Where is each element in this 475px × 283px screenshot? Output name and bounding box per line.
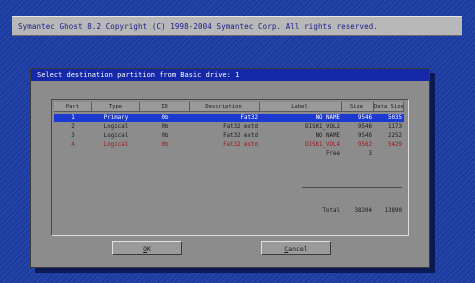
cell-part: 2 — [71, 124, 75, 130]
cell-data-size: 5035 — [388, 115, 402, 121]
total-size: 38204 — [354, 208, 372, 214]
app-title-bar: Symantec Ghost 8.2 Copyright (C) 1998-20… — [12, 16, 462, 36]
cell-label: NO NAME — [315, 115, 340, 121]
cell-data-size: 2252 — [388, 133, 402, 139]
cell-size: 9562 — [358, 142, 372, 148]
cell-part: 1 — [71, 115, 75, 121]
cell-data-size: 1173 — [388, 124, 402, 130]
app-title: Symantec Ghost 8.2 Copyright (C) 1998-20… — [18, 22, 378, 31]
cell-data-size: 5429 — [388, 142, 402, 148]
cell-description: Fat32 extd — [223, 124, 258, 130]
header-id: ID — [140, 102, 190, 112]
table-row[interactable]: Free 3 — [54, 150, 404, 158]
total-label: Total — [322, 208, 340, 214]
cell-type: Logical — [103, 124, 129, 130]
total-data-size: 13890 — [384, 208, 402, 214]
ok-button[interactable]: OK — [112, 241, 182, 255]
cell-type: Logical — [103, 142, 129, 148]
cell-description: Fat32 extd — [223, 133, 258, 139]
cell-label: Free — [326, 151, 340, 157]
total-row: Total 38204 13890 — [54, 206, 404, 216]
header-data-size: Data Size — [374, 102, 404, 112]
table-row: 4 Logical 0b Fat32 extd DISK1_VOL4 9562 … — [54, 141, 404, 149]
cell-part: 4 — [71, 142, 75, 148]
header-type: Type — [92, 102, 140, 112]
table-row[interactable]: 2 Logical 0b Fat32 extd DISK1_VOL2 9546 … — [54, 123, 404, 131]
cell-size: 9546 — [358, 115, 372, 121]
table-row[interactable]: 1 Primary 0b Fat32 NO NAME 9546 5035 — [54, 114, 404, 122]
total-separator — [302, 187, 402, 188]
cell-size: 9546 — [358, 133, 372, 139]
select-destination-dialog: Select destination partition from Basic … — [30, 68, 430, 268]
partition-table: Part Type ID Description Label Size Data… — [51, 99, 409, 236]
cell-type: Primary — [103, 115, 129, 121]
cell-type: Logical — [103, 133, 129, 139]
header-part: Part — [54, 102, 92, 112]
cell-label: NO NAME — [315, 133, 340, 139]
cell-part: 3 — [71, 133, 75, 139]
cell-id: 0b — [161, 115, 169, 121]
header-label: Label — [260, 102, 342, 112]
table-header: Part Type ID Description Label Size Data… — [54, 102, 404, 112]
cell-size: 3 — [368, 151, 373, 157]
header-description: Description — [190, 102, 260, 112]
cell-label: DISK1_VOL4 — [305, 142, 340, 148]
cell-description: Fat32 extd — [223, 142, 258, 148]
cell-size: 9546 — [358, 124, 372, 130]
cell-description: Fat32 — [240, 115, 258, 121]
header-size: Size — [342, 102, 374, 112]
dialog-title: Select destination partition from Basic … — [31, 69, 429, 81]
table-row[interactable]: 3 Logical 0b Fat32 extd NO NAME 9546 225… — [54, 132, 404, 140]
cell-id: 0b — [161, 142, 169, 148]
cell-id: 0b — [161, 133, 169, 139]
cancel-button[interactable]: Cancel — [261, 241, 331, 255]
cell-id: 0b — [161, 124, 169, 130]
cell-label: DISK1_VOL2 — [305, 124, 340, 130]
